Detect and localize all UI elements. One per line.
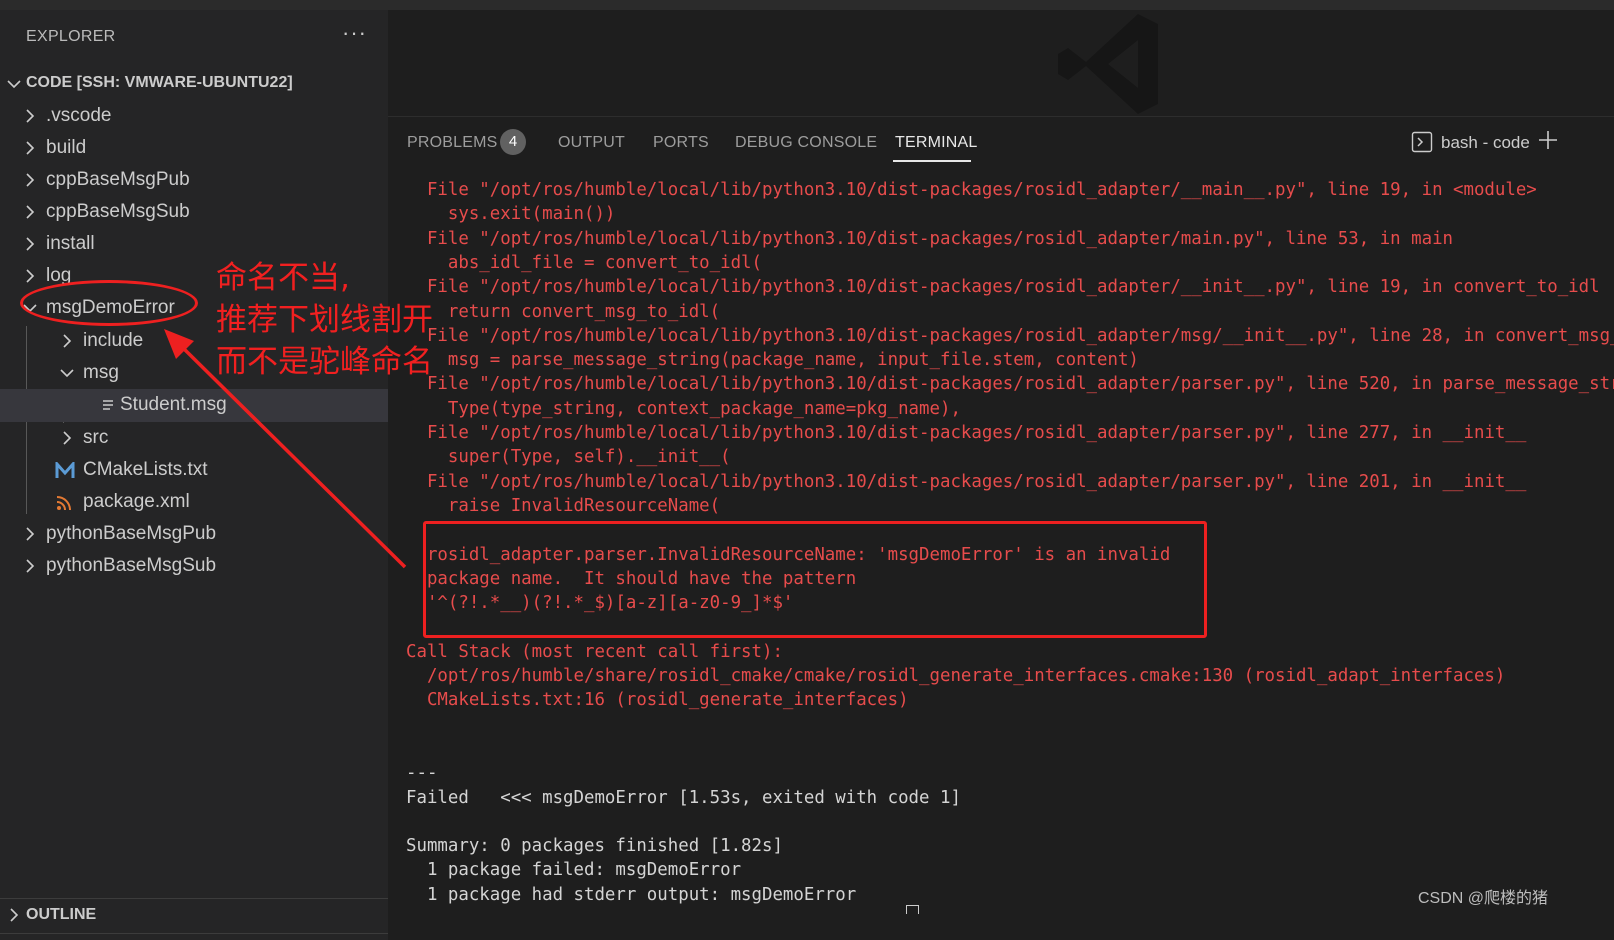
chevron-right-icon xyxy=(63,431,72,445)
rss-xml-icon xyxy=(55,494,73,512)
tab-problems[interactable]: PROBLEMS xyxy=(407,134,498,152)
terminal-line: 1 package failed: msgDemoError xyxy=(406,860,742,881)
tree-item-label: Student.msg xyxy=(120,394,227,415)
terminal-line: msg = parse_message_string(package_name,… xyxy=(406,350,1139,371)
panel-tabs: PROBLEMS 4 OUTPUT PORTS DEBUG CONSOLE TE… xyxy=(388,117,1614,165)
chevron-right-icon xyxy=(63,334,72,348)
tree-item-pythonbasemsgsub[interactable]: pythonBaseMsgSub xyxy=(0,550,388,583)
terminal-line: File "/opt/ros/humble/local/lib/python3.… xyxy=(406,228,1454,249)
terminal-line: CMakeLists.txt:16 (rosidl_generate_inter… xyxy=(406,690,909,711)
tree-item-cppbasemsgsub[interactable]: cppBaseMsgSub xyxy=(0,196,388,229)
chevron-right-icon xyxy=(26,237,35,251)
terminal-line: File "/opt/ros/humble/local/lib/python3.… xyxy=(406,423,1527,443)
terminal-line: File "/opt/ros/humble/local/lib/python3.… xyxy=(406,180,1537,200)
vscode-logo-icon xyxy=(1058,14,1158,114)
terminal-line: super(Type, self).__init__( xyxy=(406,447,731,468)
annotation-line-3: 而不是驼峰命名 xyxy=(216,344,433,380)
terminal-line: /opt/ros/humble/share/rosidl_cmake/cmake… xyxy=(406,666,1506,686)
outline-section[interactable]: OUTLINE xyxy=(0,898,388,931)
terminal-line: raise InvalidResourceName( xyxy=(406,495,721,516)
annotation-circle xyxy=(20,280,198,326)
tree-item-label: cppBaseMsgPub xyxy=(46,169,190,190)
chevron-right-icon xyxy=(26,269,35,283)
chevron-right-icon xyxy=(10,908,19,922)
workspace-root[interactable]: CODE [SSH: VMWARE-UBUNTU22] xyxy=(0,68,388,100)
tree-item-label: msg xyxy=(83,362,119,383)
annotation-line-1: 命名不当, xyxy=(216,260,350,296)
tree-item-cppbasemsgpub[interactable]: cppBaseMsgPub xyxy=(0,164,388,197)
terminal-line: Type(type_string, context_package_name=p… xyxy=(406,398,961,419)
tree-item-label: CMakeLists.txt xyxy=(83,459,208,480)
terminal-line: sys.exit(main()) xyxy=(406,204,616,225)
watermark: CSDN @爬楼的猪 xyxy=(1418,890,1549,907)
problems-count-badge: 4 xyxy=(500,129,526,155)
tree-item-label: package.xml xyxy=(83,491,190,512)
terminal-line: File "/opt/ros/humble/local/lib/python3.… xyxy=(406,471,1527,492)
chevron-right-icon xyxy=(26,173,35,187)
terminal-icon xyxy=(1411,131,1433,153)
terminal-line: return convert_msg_to_idl( xyxy=(406,301,721,322)
annotation-line-2: 推荐下划线割开 xyxy=(216,302,433,338)
lines-file-icon xyxy=(100,397,118,415)
terminal-line: File "/opt/ros/humble/local/lib/python3.… xyxy=(406,374,1614,395)
terminal-line: 1 package had stderr output: msgDemoErro… xyxy=(406,884,857,905)
tree-item-label: .vscode xyxy=(46,105,112,126)
tree-item-pythonbasemsgpub[interactable]: pythonBaseMsgPub xyxy=(0,518,388,551)
new-terminal-plus-icon[interactable] xyxy=(1537,129,1559,151)
tree-item-cmakelists-txt[interactable]: CMakeLists.txt xyxy=(0,454,388,487)
explorer-sidebar: EXPLORER ··· CODE [SSH: VMWARE-UBUNTU22]… xyxy=(0,10,388,940)
chevron-right-icon xyxy=(26,141,35,155)
divider xyxy=(0,933,388,934)
tree-item-label: build xyxy=(46,137,87,158)
chevron-right-icon xyxy=(26,109,35,123)
terminal-line: Call Stack (most recent call first): xyxy=(406,641,783,662)
cmake-m-icon xyxy=(55,460,75,480)
active-tab-indicator xyxy=(893,160,971,162)
tree-item-label: pythonBaseMsgPub xyxy=(46,523,217,544)
chevron-right-icon xyxy=(26,559,35,573)
tree-item-label: pythonBaseMsgSub xyxy=(46,555,217,576)
tab-debug-console[interactable]: DEBUG CONSOLE xyxy=(735,134,877,152)
terminal-line: Summary: 0 packages finished [1.82s] xyxy=(406,836,783,857)
workspace-root-label: CODE [SSH: VMWARE-UBUNTU22] xyxy=(26,74,293,91)
chevron-right-icon xyxy=(26,205,35,219)
tab-output[interactable]: OUTPUT xyxy=(558,134,625,152)
more-actions-icon[interactable]: ··· xyxy=(342,20,367,46)
tree-item-vscode[interactable]: .vscode xyxy=(0,100,388,133)
chevron-down-icon xyxy=(60,369,74,378)
title-bar-strip xyxy=(0,0,1614,10)
chevron-right-icon xyxy=(26,527,35,541)
tab-ports[interactable]: PORTS xyxy=(653,134,709,152)
terminal-line: --- xyxy=(406,763,438,784)
terminal-cursor xyxy=(906,905,919,914)
tree-item-student-msg[interactable]: Student.msg xyxy=(0,389,388,422)
terminal-line: File "/opt/ros/humble/local/lib/python3.… xyxy=(406,277,1600,298)
tree-item-label: include xyxy=(83,330,144,351)
terminal-selector-label: bash - code xyxy=(1441,133,1530,152)
outline-label: OUTLINE xyxy=(26,906,97,923)
tree-item-label: cppBaseMsgSub xyxy=(46,201,190,222)
terminal-line: Failed <<< msgDemoError [1.53s, exited w… xyxy=(406,787,961,808)
tab-terminal[interactable]: TERMINAL xyxy=(895,134,978,152)
error-highlight-box xyxy=(423,521,1207,638)
editor-area xyxy=(388,10,1614,117)
tree-item-label: install xyxy=(46,233,95,254)
terminal-line: abs_idl_file = convert_to_idl( xyxy=(406,252,762,273)
tree-item-build[interactable]: build xyxy=(0,132,388,165)
chevron-down-icon xyxy=(7,80,21,89)
explorer-header: EXPLORER xyxy=(26,28,116,45)
tree-item-label: src xyxy=(83,427,109,448)
tree-item-package-xml[interactable]: package.xml xyxy=(0,486,388,519)
terminal-line: File "/opt/ros/humble/local/lib/python3.… xyxy=(406,325,1614,346)
tree-item-src[interactable]: src xyxy=(0,422,388,455)
